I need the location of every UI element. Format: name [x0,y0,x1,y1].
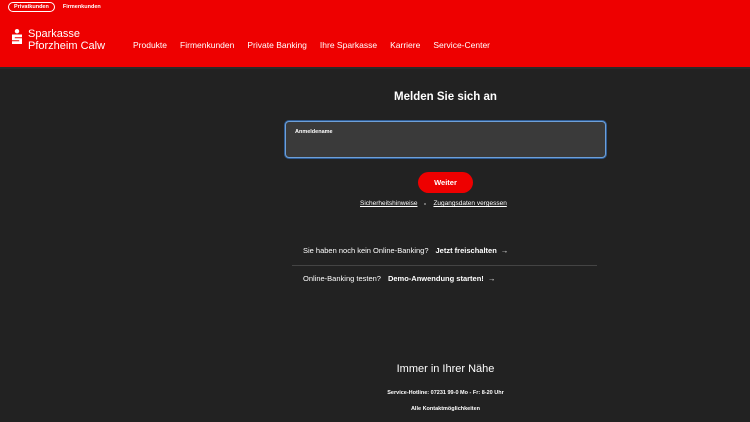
header-divider [0,67,750,69]
arrow-right-icon: → [500,246,509,255]
security-notes-link[interactable]: Sicherheitshinweise [360,200,417,207]
username-label: Anmeldename [295,129,333,135]
weiter-button[interactable]: Weiter [418,172,473,193]
activate-link[interactable]: Jetzt freischalten [436,246,497,255]
demo-row: Online-Banking testen? Demo-Anwendung st… [303,274,495,283]
activate-online-banking-row: Sie haben noch kein Online-Banking? Jetz… [303,246,508,255]
brand-name: Sparkasse Pforzheim Calw [28,28,105,52]
service-hotline: Service-Hotline: 07231 99-0 Mo - Fr: 8-2… [387,390,504,396]
main-navigation: Produkte Firmenkunden Private Banking Ih… [133,40,503,50]
all-contacts-link[interactable]: Alle Kontaktmöglichkeiten [285,406,606,412]
sparkasse-logo[interactable]: Sparkasse Pforzheim Calw [10,28,105,52]
nav-private-banking[interactable]: Private Banking [247,40,307,50]
nav-firmenkunden[interactable]: Firmenkunden [180,40,234,50]
segment-firmenkunden[interactable]: Firmenkunden [58,2,106,12]
sparkasse-s-icon [12,29,22,44]
site-header: Privatkunden Firmenkunden Sparkasse Pfor… [0,0,750,67]
nav-service-center[interactable]: Service-Center [433,40,490,50]
forgot-credentials-link[interactable]: Zugangsdaten vergessen [433,200,506,207]
username-field[interactable]: Anmeldename [285,121,606,158]
row-divider [292,265,597,266]
nav-karriere[interactable]: Karriere [390,40,420,50]
login-help-links: Sicherheitshinweise Zugangsdaten vergess… [360,200,507,207]
demo-question: Online-Banking testen? [303,274,381,283]
nav-ihre-sparkasse[interactable]: Ihre Sparkasse [320,40,377,50]
activate-question: Sie haben noch kein Online-Banking? [303,246,429,255]
demo-link[interactable]: Demo-Anwendung starten! [388,274,484,283]
arrow-right-icon: → [487,274,496,283]
brand-line-1: Sparkasse [28,28,80,40]
segment-privatkunden[interactable]: Privatkunden [8,2,55,12]
near-you-title: Immer in Ihrer Nähe [396,363,495,375]
username-input[interactable] [294,138,598,154]
nav-produkte[interactable]: Produkte [133,40,167,50]
customer-segment-switch: Privatkunden Firmenkunden [8,2,106,12]
login-title: Melden Sie sich an [394,91,497,103]
separator-dot [424,202,427,205]
brand-line-2: Pforzheim Calw [28,40,106,52]
